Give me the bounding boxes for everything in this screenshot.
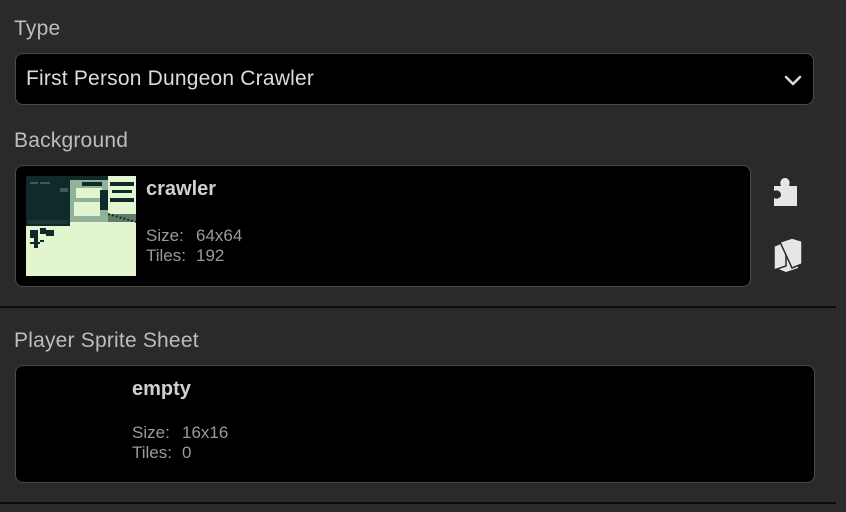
chevron-down-icon: [784, 75, 802, 86]
section-divider: [0, 306, 836, 308]
edit-tiles-button[interactable]: [772, 175, 804, 211]
stacked-copies-icon: [773, 237, 803, 272]
background-size: Size: 64x64: [146, 226, 243, 245]
player-sprite-tiles: Tiles: 0: [132, 443, 192, 462]
background-name: crawler: [146, 178, 217, 200]
player-sprite-select-card[interactable]: empty Size: 16x16 Tiles: 0: [15, 365, 815, 483]
background-label: Background: [14, 129, 129, 152]
puzzle-piece-icon: [774, 178, 797, 206]
player-sprite-size: Size: 16x16: [132, 423, 229, 442]
type-dropdown-value: First Person Dungeon Crawler: [26, 67, 315, 90]
type-dropdown[interactable]: First Person Dungeon Crawler: [15, 53, 814, 105]
type-label: Type: [14, 17, 61, 40]
background-select-card[interactable]: crawler Size: 64x64 Tiles: 192: [15, 165, 751, 287]
section-divider: [0, 502, 836, 504]
scene-settings-panel: Type First Person Dungeon Crawler Backgr…: [0, 0, 846, 512]
copy-background-button[interactable]: [772, 236, 804, 272]
background-thumbnail: [26, 176, 136, 276]
player-sprite-name: empty: [132, 378, 191, 400]
player-sprite-label: Player Sprite Sheet: [14, 329, 199, 352]
background-tiles: Tiles: 192: [146, 246, 225, 265]
